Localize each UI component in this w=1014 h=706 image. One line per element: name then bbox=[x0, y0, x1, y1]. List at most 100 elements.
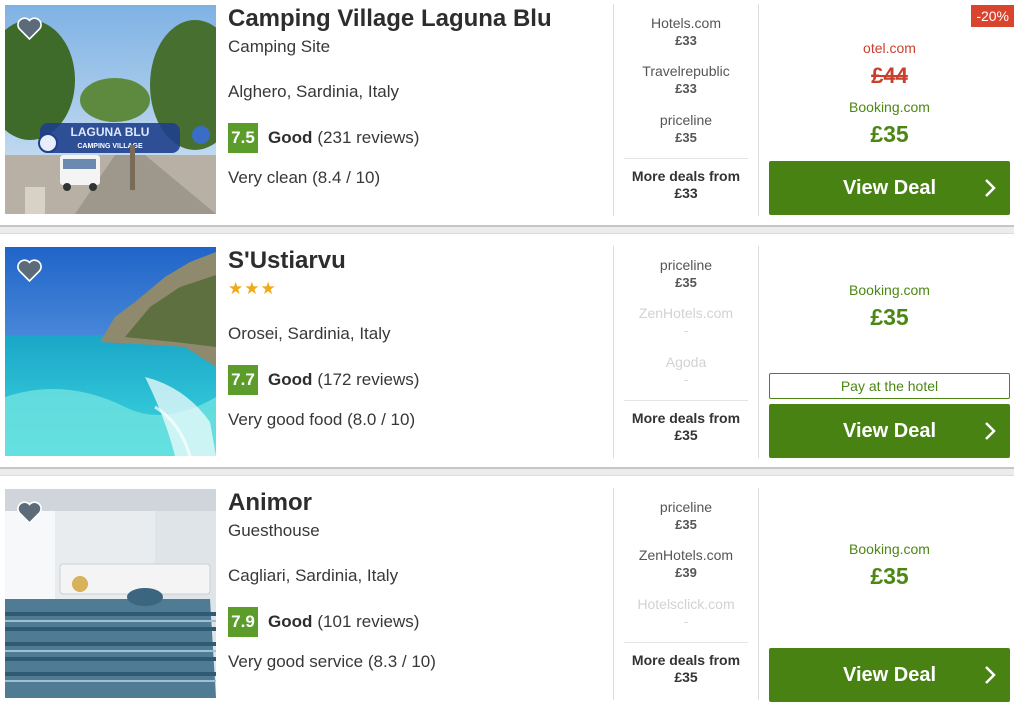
review-count: (101 reviews) bbox=[317, 612, 420, 631]
accommodation-type: Guesthouse bbox=[228, 521, 320, 540]
deal-priceline[interactable]: priceline £35 bbox=[624, 499, 748, 532]
hotel-location: Cagliari, Sardinia, Italy bbox=[228, 566, 399, 585]
original-price: £44 bbox=[769, 63, 1010, 89]
deal-price: £33 bbox=[675, 33, 697, 48]
deal-site: Travelrepublic bbox=[642, 63, 730, 79]
heart-icon[interactable] bbox=[17, 17, 42, 40]
view-deal-label: View Deal bbox=[842, 663, 937, 686]
deal-travelrepublic[interactable]: Travelrepublic £33 bbox=[624, 63, 748, 96]
hotel-location: Orosei, Sardinia, Italy bbox=[228, 324, 391, 343]
rating-label: Good bbox=[268, 128, 313, 147]
deal-site: ZenHotels.com bbox=[638, 305, 734, 321]
hotel-location: Alghero, Sardinia, Italy bbox=[228, 82, 400, 101]
divider bbox=[758, 246, 759, 458]
view-deal-button[interactable]: View Deal bbox=[769, 404, 1010, 458]
divider bbox=[758, 4, 759, 216]
rating-score: 7.5 bbox=[228, 123, 258, 153]
more-deals-label: More deals from bbox=[631, 410, 741, 426]
divider bbox=[613, 246, 614, 458]
deal-site: priceline bbox=[659, 257, 713, 273]
accommodation-type: Camping Site bbox=[228, 37, 331, 56]
best-deal-site[interactable]: Booking.com bbox=[769, 99, 1010, 115]
review-count: (231 reviews) bbox=[317, 128, 420, 147]
deal-price: £35 bbox=[675, 275, 697, 290]
heart-icon[interactable] bbox=[17, 501, 42, 524]
deal-site: Agoda bbox=[665, 354, 707, 370]
deal-hotels-com[interactable]: Hotels.com £33 bbox=[624, 15, 748, 48]
hotel-name[interactable]: Camping Village Laguna Blu bbox=[228, 5, 552, 33]
deal-agoda: Agoda - bbox=[624, 354, 748, 387]
original-price-site[interactable]: otel.com bbox=[769, 40, 1010, 56]
view-deal-label: View Deal bbox=[842, 176, 937, 199]
hotel-photo[interactable]: LAGUNA BLU CAMPING VILLAGE bbox=[5, 5, 216, 214]
rating-score: 7.9 bbox=[228, 607, 258, 637]
hotel-name[interactable]: S'Ustiarvu bbox=[228, 247, 346, 275]
rating[interactable]: 7.9 Good (101 reviews) bbox=[228, 607, 419, 637]
deal-price: £33 bbox=[675, 81, 697, 96]
more-deals-link[interactable]: More deals from £35 bbox=[624, 652, 748, 685]
hotel-card: LAGUNA BLU CAMPING VILLAGE Camping Villa… bbox=[0, 0, 1014, 224]
view-deal-label: View Deal bbox=[842, 419, 937, 442]
best-deal-site[interactable]: Booking.com bbox=[769, 541, 1010, 557]
deal-site: Hotelsclick.com bbox=[637, 596, 735, 612]
rating-label: Good bbox=[268, 370, 313, 389]
deal-price: £35 bbox=[675, 130, 697, 145]
rating-highlight: Very clean (8.4 / 10) bbox=[228, 168, 381, 187]
deal-site: priceline bbox=[659, 499, 713, 515]
more-deals-link[interactable]: More deals from £35 bbox=[624, 410, 748, 443]
more-deals-price: £35 bbox=[674, 669, 698, 685]
deal-price: - bbox=[683, 372, 689, 387]
rating-highlight: Very good service (8.3 / 10) bbox=[228, 652, 436, 671]
deal-price: £39 bbox=[675, 565, 697, 580]
chevron-right-icon bbox=[985, 422, 996, 440]
original-price-value: £44 bbox=[871, 63, 908, 88]
deal-hotelsclick: Hotelsclick.com - bbox=[624, 596, 748, 629]
star-rating: ★★★ bbox=[228, 279, 277, 298]
best-deal-price[interactable]: £35 bbox=[769, 121, 1010, 148]
chevron-right-icon bbox=[985, 179, 996, 197]
hotel-card: S'Ustiarvu ★★★ Orosei, Sardinia, Italy 7… bbox=[0, 242, 1014, 466]
divider bbox=[758, 488, 759, 700]
divider bbox=[613, 488, 614, 700]
more-deals-label: More deals from bbox=[631, 168, 741, 184]
deal-price: - bbox=[683, 614, 689, 629]
rating[interactable]: 7.7 Good (172 reviews) bbox=[228, 365, 419, 395]
best-deal-price[interactable]: £35 bbox=[769, 563, 1010, 590]
hotel-photo[interactable] bbox=[5, 489, 216, 698]
deal-priceline[interactable]: priceline £35 bbox=[624, 257, 748, 290]
more-deals-label: More deals from bbox=[631, 652, 741, 668]
deal-site: ZenHotels.com bbox=[638, 547, 734, 563]
rating[interactable]: 7.5 Good (231 reviews) bbox=[228, 123, 419, 153]
rating-score: 7.7 bbox=[228, 365, 258, 395]
deal-zenhotels[interactable]: ZenHotels.com £39 bbox=[624, 547, 748, 580]
discount-badge: -20% bbox=[971, 5, 1014, 27]
review-count: (172 reviews) bbox=[317, 370, 420, 389]
view-deal-button[interactable]: View Deal bbox=[769, 648, 1010, 702]
divider bbox=[624, 158, 748, 159]
hotel-card: Animor Guesthouse Cagliari, Sardinia, It… bbox=[0, 484, 1014, 706]
deal-site: priceline bbox=[659, 112, 713, 128]
divider bbox=[624, 642, 748, 643]
hotel-photo[interactable] bbox=[5, 247, 216, 456]
pay-at-hotel-badge: Pay at the hotel bbox=[769, 373, 1010, 399]
view-deal-button[interactable]: View Deal bbox=[769, 161, 1010, 215]
deal-priceline[interactable]: priceline £35 bbox=[624, 112, 748, 145]
more-deals-price: £35 bbox=[674, 427, 698, 443]
deal-price: £35 bbox=[675, 517, 697, 532]
svg-text:LAGUNA BLU: LAGUNA BLU bbox=[71, 125, 150, 139]
deal-zenhotels: ZenHotels.com - bbox=[624, 305, 748, 338]
best-deal-site[interactable]: Booking.com bbox=[769, 282, 1010, 298]
more-deals-price: £33 bbox=[674, 185, 698, 201]
deal-site: Hotels.com bbox=[650, 15, 722, 31]
deal-price: - bbox=[683, 323, 689, 338]
divider bbox=[624, 400, 748, 401]
divider bbox=[613, 4, 614, 216]
card-separator bbox=[0, 225, 1014, 234]
chevron-right-icon bbox=[985, 666, 996, 684]
rating-highlight: Very good food (8.0 / 10) bbox=[228, 410, 416, 429]
more-deals-link[interactable]: More deals from £33 bbox=[624, 168, 748, 201]
heart-icon[interactable] bbox=[17, 259, 42, 282]
rating-label: Good bbox=[268, 612, 313, 631]
hotel-name[interactable]: Animor bbox=[228, 489, 312, 517]
best-deal-price[interactable]: £35 bbox=[769, 304, 1010, 331]
